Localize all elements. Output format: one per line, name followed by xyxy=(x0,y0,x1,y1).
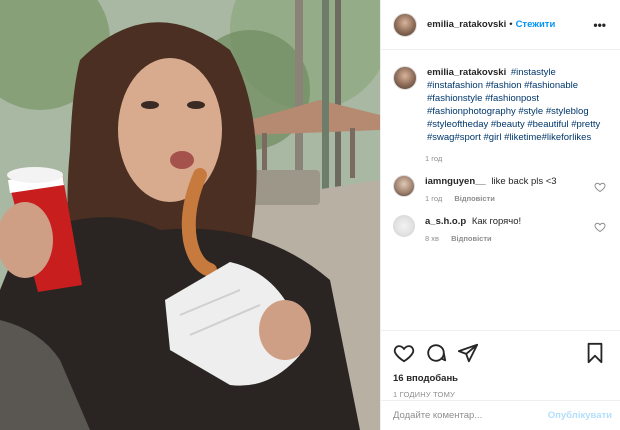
more-options-icon[interactable]: ••• xyxy=(593,18,606,32)
action-icons xyxy=(393,339,606,367)
caption-meta: 1 год xyxy=(425,154,606,163)
comment-like-heart-icon[interactable] xyxy=(594,181,606,193)
comment-input[interactable] xyxy=(393,410,548,421)
post-comment-button[interactable]: Опублікувати xyxy=(548,410,612,421)
posted-time: 1 ГОДИНУ ТОМУ xyxy=(393,390,455,399)
bookmark-icon[interactable] xyxy=(584,342,606,364)
header-separator: • xyxy=(509,19,513,30)
caption-time: 1 год xyxy=(425,154,443,163)
follow-button[interactable]: Стежити xyxy=(516,19,556,30)
commenter-avatar[interactable] xyxy=(393,175,415,197)
caption-username[interactable]: emilia_ratakovski xyxy=(427,67,506,78)
comment-text: Как горячо! xyxy=(471,216,522,227)
comment-item: iamnguyen__ like back pls <3 1 год Відпо… xyxy=(393,175,606,203)
comment-username[interactable]: a_s.h.o.p xyxy=(425,216,466,227)
comment-username[interactable]: iamnguyen__ xyxy=(425,176,486,187)
instagram-post: emilia_ratakovski • Стежити ••• emilia_r… xyxy=(0,0,620,430)
post-header: emilia_ratakovski • Стежити ••• xyxy=(381,0,620,50)
comment-item: a_s.h.o.p Как горячо! 8 хв Відповісти xyxy=(393,215,606,243)
post-actions: 16 вподобань 1 ГОДИНУ ТОМУ Опублікувати xyxy=(381,330,620,430)
reply-button[interactable]: Відповісти xyxy=(454,194,495,203)
add-comment-bar: Опублікувати xyxy=(381,400,620,430)
caption-text: emilia_ratakovski #instastyle #instafash… xyxy=(427,66,606,144)
profile-avatar[interactable] xyxy=(393,12,417,37)
heart-icon[interactable] xyxy=(393,342,415,364)
comment-like-heart-icon[interactable] xyxy=(594,221,606,233)
comment-text: like back pls <3 xyxy=(491,176,557,187)
caption-avatar[interactable] xyxy=(393,66,417,90)
caption: emilia_ratakovski #instastyle #instafash… xyxy=(393,66,606,144)
commenter-avatar[interactable] xyxy=(393,215,415,237)
post-sidebar: emilia_ratakovski • Стежити ••• emilia_r… xyxy=(380,0,620,430)
caption-hashtags[interactable]: #instastyle #instafashion #fashion #fash… xyxy=(427,67,600,143)
comments-section: emilia_ratakovski #instastyle #instafash… xyxy=(381,50,620,330)
likes-count[interactable]: 16 вподобань xyxy=(393,373,606,384)
reply-button[interactable]: Відповісти xyxy=(451,234,492,243)
comment-time: 8 хв xyxy=(425,234,439,243)
post-photo[interactable] xyxy=(0,0,380,430)
share-icon[interactable] xyxy=(457,342,479,364)
comment-icon[interactable] xyxy=(425,342,447,364)
photo-illustration xyxy=(0,0,380,430)
comment-time: 1 год xyxy=(425,194,443,203)
header-username[interactable]: emilia_ratakovski xyxy=(427,19,506,30)
